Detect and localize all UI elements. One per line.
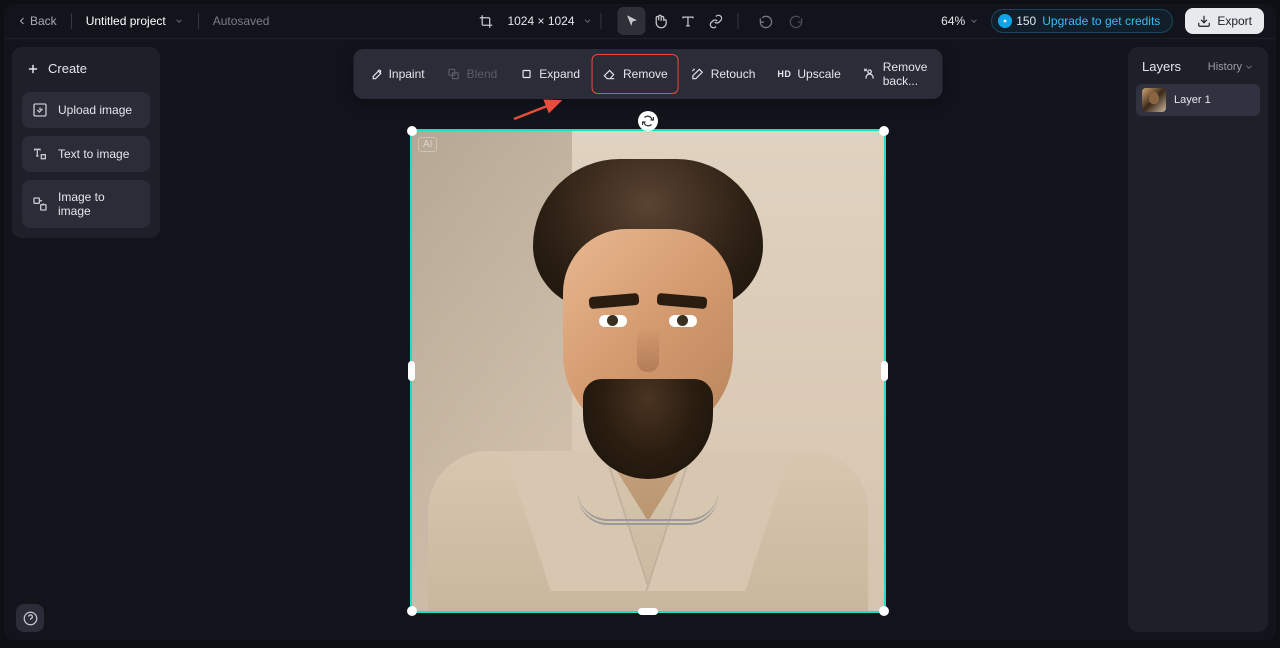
remove-button[interactable]: Remove [592,54,679,94]
resize-handle-se[interactable] [879,606,889,616]
action-label: Upscale [797,67,840,81]
blend-button: Blend [437,54,508,94]
download-icon [1197,14,1211,28]
image-to-image-button[interactable]: Image to image [22,180,150,228]
resize-handle-w[interactable] [408,361,415,381]
back-label: Back [30,14,57,28]
divider [601,13,602,29]
undo-icon [758,14,773,29]
zoom-text: 64% [941,14,965,28]
cursor-icon [624,14,639,29]
text-tool[interactable] [674,7,702,35]
inpaint-icon [369,67,383,81]
link-tool[interactable] [702,7,730,35]
eraser-icon [603,67,617,81]
divider [71,13,72,29]
create-panel: Create Upload image Text to image Image … [12,47,160,238]
text-icon [680,14,695,29]
project-title[interactable]: Untitled project [86,14,184,28]
chevron-left-icon [16,15,28,27]
portrait-image: AI [412,131,884,611]
top-bar: Back Untitled project Autosaved 1024 × 1… [4,4,1276,39]
hd-icon: HD [777,67,791,81]
action-bar: Inpaint Blend Expand Remove Retouch [354,49,943,99]
help-icon [23,611,38,626]
option-label: Image to image [58,190,140,218]
retouch-button[interactable]: Retouch [681,54,766,94]
history-label: History [1208,61,1242,73]
blend-icon [447,67,461,81]
ai-badge: AI [418,137,437,152]
autosaved-label: Autosaved [213,14,270,28]
hand-icon [652,14,667,29]
credits-count: 150 [1016,14,1036,28]
annotation-arrow [510,97,570,123]
export-label: Export [1217,14,1252,28]
redo-icon [788,14,803,29]
undo-button[interactable] [753,8,779,34]
image-to-image-icon [32,196,48,212]
chevron-down-icon [969,16,979,26]
chevron-down-icon [1244,62,1254,72]
crop-icon [478,14,493,29]
layer-label: Layer 1 [1174,94,1211,106]
action-label: Remove back... [883,60,928,88]
selected-image[interactable]: AI [410,129,886,613]
retouch-icon [691,67,705,81]
export-button[interactable]: Export [1185,8,1264,34]
action-label: Remove [623,67,668,81]
chevron-down-icon [174,16,184,26]
history-button[interactable]: History [1208,61,1254,73]
action-label: Inpaint [389,67,425,81]
dimensions-selector[interactable]: 1024 × 1024 [507,14,592,28]
hand-tool[interactable] [646,7,674,35]
divider [198,13,199,29]
expand-icon [519,67,533,81]
project-title-text: Untitled project [86,14,166,28]
cursor-tool[interactable] [618,7,646,35]
action-label: Blend [467,67,498,81]
text-to-image-button[interactable]: Text to image [22,136,150,172]
resize-handle-ne[interactable] [879,126,889,136]
resize-handle-e[interactable] [881,361,888,381]
link-icon [708,14,723,29]
upscale-button[interactable]: HD Upscale [767,54,850,94]
create-header: Create [22,57,150,84]
credit-icon [998,14,1012,28]
layer-item[interactable]: Layer 1 [1136,84,1260,116]
create-header-text: Create [48,61,87,76]
plus-icon [26,62,40,76]
resize-handle-s[interactable] [638,608,658,615]
option-label: Text to image [58,147,129,161]
resize-handle-sw[interactable] [407,606,417,616]
layer-thumbnail [1142,88,1166,112]
upload-image-button[interactable]: Upload image [22,92,150,128]
upload-icon [32,102,48,118]
text-to-image-icon [32,146,48,162]
divider [738,13,739,29]
redo-button[interactable] [783,8,809,34]
canvas-area[interactable]: Inpaint Blend Expand Remove Retouch [168,39,1128,640]
inpaint-button[interactable]: Inpaint [359,54,435,94]
expand-button[interactable]: Expand [509,54,590,94]
remove-bg-icon [863,67,877,81]
crop-tool[interactable] [471,7,499,35]
action-label: Expand [539,67,580,81]
option-label: Upload image [58,103,132,117]
remove-background-button[interactable]: Remove back... [853,54,938,94]
layers-title: Layers [1142,59,1181,74]
credits-pill[interactable]: 150 Upgrade to get credits [991,9,1173,33]
sync-badge[interactable] [638,111,658,131]
help-button[interactable] [16,604,44,632]
chevron-down-icon [583,16,593,26]
action-label: Retouch [711,67,756,81]
dimensions-text: 1024 × 1024 [507,14,574,28]
resize-handle-nw[interactable] [407,126,417,136]
layers-panel: Layers History Layer 1 [1128,47,1268,632]
back-button[interactable]: Back [16,14,57,28]
zoom-selector[interactable]: 64% [941,14,979,28]
upgrade-link: Upgrade to get credits [1042,14,1160,28]
refresh-icon [642,115,654,127]
